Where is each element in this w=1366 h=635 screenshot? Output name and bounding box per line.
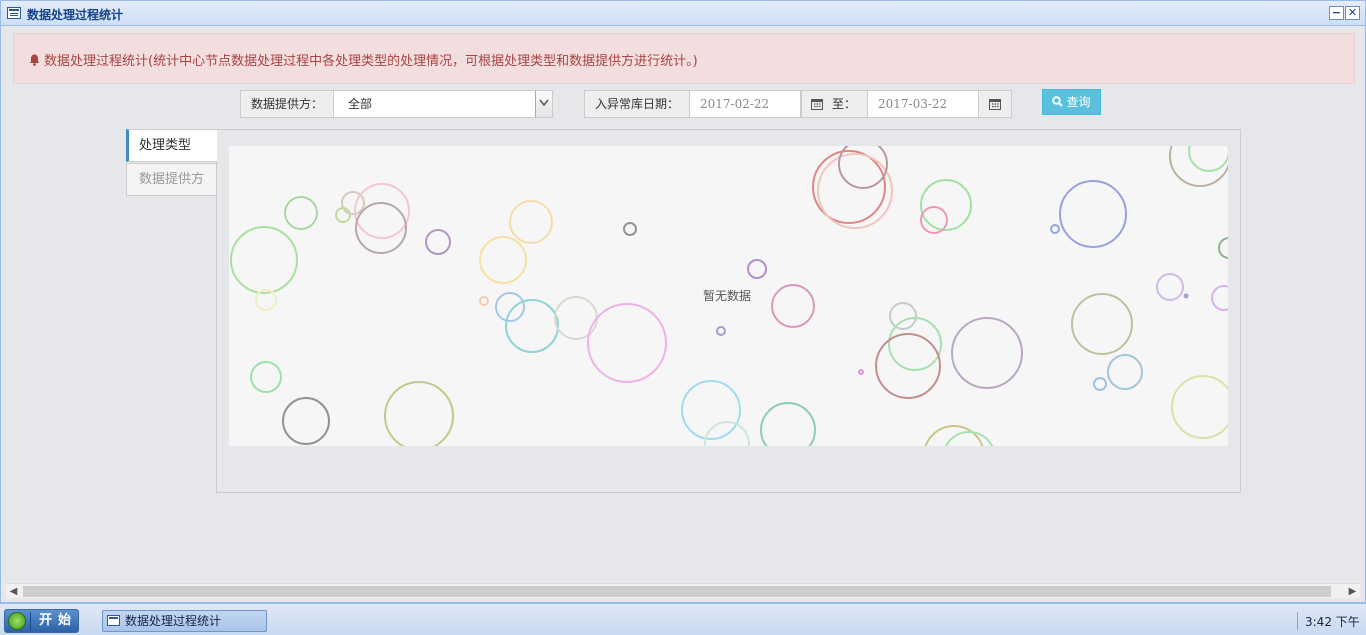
date-to-calendar[interactable] xyxy=(978,90,1012,118)
minimize-icon[interactable]: − xyxy=(1329,6,1344,20)
tab-process-type[interactable]: 处理类型 xyxy=(126,129,217,162)
bell-icon xyxy=(29,54,40,66)
chart-area: 暂无数据 xyxy=(229,146,1228,446)
alert-text: 数据处理过程统计(统计中心节点数据处理过程中各处理类型的处理情况，可根据处理类型… xyxy=(44,54,698,69)
start-separator xyxy=(30,612,31,630)
start-button[interactable]: 开始 xyxy=(4,609,79,633)
date-from-input[interactable]: 2017-02-22 xyxy=(689,90,801,118)
horizontal-scrollbar[interactable]: ◀ ▶ xyxy=(6,583,1360,598)
scroll-left-icon[interactable]: ◀ xyxy=(6,584,21,599)
window-title: 数据处理过程统计 xyxy=(27,8,124,22)
title-bar: 数据处理过程统计 − ✕ xyxy=(1,1,1365,26)
empty-data-text: 暂无数据 xyxy=(703,289,752,303)
start-label: 开始 xyxy=(39,613,78,628)
scrollbar-thumb[interactable] xyxy=(23,586,1331,597)
date-to-input[interactable]: 2017-03-22 xyxy=(867,90,979,118)
date-from-calendar[interactable]: 至： xyxy=(801,90,868,118)
home-icon xyxy=(8,612,26,630)
date-label: 入异常库日期： xyxy=(584,90,690,118)
window-icon xyxy=(7,7,21,19)
provider-selected-value: 全部 xyxy=(348,97,373,111)
calendar-icon xyxy=(989,99,1001,110)
scroll-right-icon[interactable]: ▶ xyxy=(1345,584,1360,599)
tab-data-provider[interactable]: 数据提供方 xyxy=(126,163,217,196)
query-button-label: 查询 xyxy=(1066,95,1091,109)
search-icon xyxy=(1052,96,1064,107)
taskbar: 开始 数据处理过程统计 3:42 下午 xyxy=(0,603,1366,635)
taskbar-item-window[interactable]: 数据处理过程统计 xyxy=(102,610,267,632)
taskbar-item-label: 数据处理过程统计 xyxy=(125,614,222,628)
window-icon xyxy=(107,615,120,626)
calendar-icon xyxy=(811,99,823,110)
provider-label: 数据提供方： xyxy=(240,90,334,118)
info-alert: 数据处理过程统计(统计中心节点数据处理过程中各处理类型的处理情况，可根据处理类型… xyxy=(13,33,1355,84)
clock: 3:42 下午 xyxy=(1305,615,1360,629)
to-label: 至： xyxy=(832,97,857,111)
close-icon[interactable]: ✕ xyxy=(1345,6,1360,20)
provider-select[interactable]: 全部 xyxy=(333,90,553,118)
chevron-down-icon[interactable] xyxy=(535,91,552,117)
query-button[interactable]: 查询 xyxy=(1042,89,1101,115)
tray-separator xyxy=(1297,612,1298,630)
